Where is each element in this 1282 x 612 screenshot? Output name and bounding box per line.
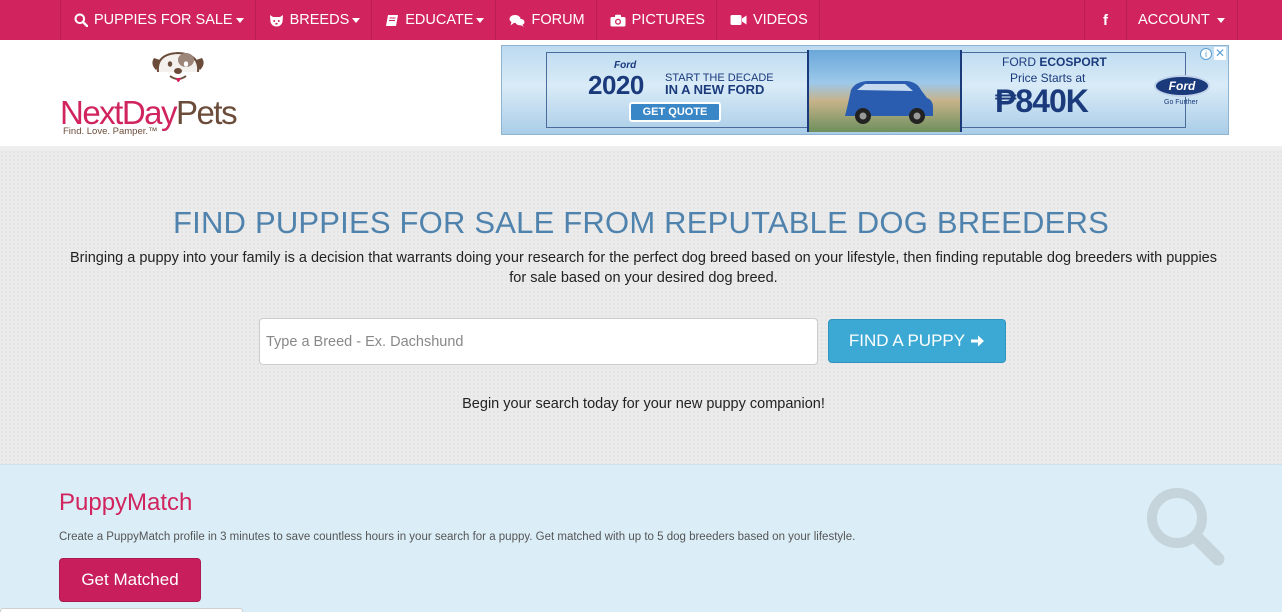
advertisement-banner[interactable]: Ford 2020 START THE DECADE IN A NEW FORD…: [501, 45, 1229, 135]
video-camera-icon: [730, 15, 747, 25]
main-menu: PUPPIES FOR SALE BREEDS EDUCATE FORUM PI…: [60, 0, 820, 40]
ad-slogan-line2: IN A NEW FORD: [665, 82, 765, 97]
ad-price: ₱840K: [995, 83, 1089, 119]
page-title: FIND PUPPIES FOR SALE FROM REPUTABLE DOG…: [173, 205, 1109, 240]
caret-down-icon: [235, 18, 244, 23]
arrow-right-icon: [971, 335, 985, 347]
nav-label: PUPPIES FOR SALE: [94, 12, 233, 28]
caret-down-icon: [1216, 18, 1225, 23]
bottom-panel-edge: [0, 608, 243, 612]
dog-face-icon: [269, 14, 283, 26]
search-icon: [74, 13, 88, 27]
ad-info-icon[interactable]: i: [1200, 48, 1212, 60]
get-matched-button[interactable]: Get Matched: [59, 558, 201, 602]
ad-get-quote-button[interactable]: GET QUOTE: [629, 102, 721, 122]
account-menu: f ACCOUNT: [1084, 0, 1238, 40]
caret-down-icon: [476, 18, 485, 23]
ad-logo-tagline: Go Further: [1164, 99, 1198, 106]
puppymatch-section: PuppyMatch Create a PuppyMatch profile i…: [0, 464, 1282, 612]
ford-logo-icon: Ford: [1154, 75, 1210, 97]
dog-mascot-icon: [152, 51, 204, 82]
ad-model-brand: FORD: [1002, 55, 1036, 69]
chat-bubbles-icon: [509, 14, 525, 27]
nav-label: PICTURES: [631, 12, 705, 28]
nav-label: FORUM: [531, 12, 585, 28]
account-dropdown[interactable]: ACCOUNT: [1126, 0, 1238, 40]
nav-item-forum[interactable]: FORUM: [495, 0, 595, 40]
hero-description: Bringing a puppy into your family is a d…: [70, 250, 1217, 286]
facebook-link[interactable]: f: [1084, 0, 1126, 40]
ad-model-name: ECOSPORT: [1039, 55, 1107, 69]
nav-label: ACCOUNT: [1138, 12, 1210, 28]
nav-label: EDUCATE: [405, 12, 474, 28]
find-a-puppy-button[interactable]: FIND A PUPPY: [828, 319, 1006, 363]
breed-search-input[interactable]: [259, 318, 818, 365]
ad-close-icon[interactable]: ✕: [1214, 47, 1226, 60]
logo-tagline: Find. Love. Pamper.™: [63, 126, 158, 137]
find-a-puppy-label: FIND A PUPPY: [848, 331, 966, 350]
nav-label: VIDEOS: [752, 12, 808, 28]
site-header: NextDayPets Find. Love. Pamper.™ Ford 20…: [0, 40, 1282, 150]
ad-year: 2020: [588, 70, 644, 100]
car-icon: [845, 81, 933, 124]
ad-slogan: START THE DECADE IN A NEW FORD: [665, 73, 775, 97]
hero-search-section: FIND PUPPIES FOR SALE FROM REPUTABLE DOG…: [0, 150, 1282, 464]
ad-model: FORD ECOSPORT: [1002, 55, 1107, 69]
nav-label: BREEDS: [289, 12, 350, 28]
nav-item-breeds[interactable]: BREEDS: [254, 0, 372, 40]
nav-item-educate[interactable]: EDUCATE: [371, 0, 495, 40]
book-icon: [386, 14, 399, 26]
puppymatch-description: Create a PuppyMatch profile in 3 minutes…: [59, 531, 856, 543]
camera-icon: [610, 14, 626, 26]
top-navigation: PUPPIES FOR SALE BREEDS EDUCATE FORUM PI…: [0, 0, 1282, 40]
ad-car-photo: [807, 50, 962, 132]
puppymatch-title: PuppyMatch: [59, 489, 193, 516]
logo-word-pets: Pets: [176, 94, 238, 131]
nav-item-puppies-for-sale[interactable]: PUPPIES FOR SALE: [60, 0, 255, 40]
magnifier-icon: [1147, 488, 1225, 566]
hero-subtext: Begin your search today for your new pup…: [462, 396, 825, 412]
site-logo[interactable]: NextDayPets Find. Love. Pamper.™: [60, 50, 280, 140]
nav-item-videos[interactable]: VIDEOS: [715, 0, 820, 40]
facebook-icon: f: [1103, 11, 1108, 29]
caret-down-icon: [352, 18, 361, 23]
nav-item-pictures[interactable]: PICTURES: [595, 0, 716, 40]
